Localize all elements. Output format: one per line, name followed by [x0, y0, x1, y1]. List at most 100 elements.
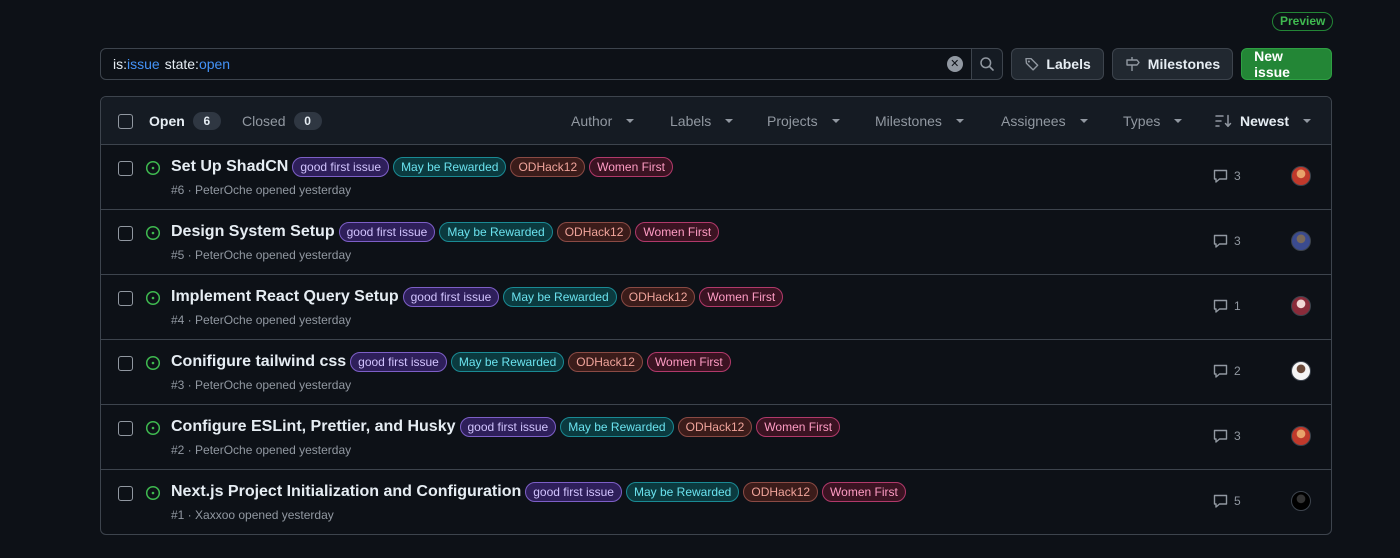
- label-may-be-rewarded[interactable]: May be Rewarded: [450, 352, 565, 372]
- search-token-value: issue: [127, 56, 160, 72]
- sort-label: Newest: [1240, 113, 1290, 129]
- tab-closed[interactable]: Closed 0: [242, 97, 322, 145]
- issue-title[interactable]: Design System Setup: [171, 223, 335, 241]
- chevron-down-icon: [725, 119, 734, 123]
- issue-checkbox[interactable]: [118, 356, 133, 371]
- comments-link[interactable]: 3: [1213, 429, 1241, 443]
- avatar[interactable]: [1291, 491, 1311, 511]
- issue-row[interactable]: Conifigure tailwind css good first issue…: [101, 340, 1331, 405]
- filter-label: Projects: [767, 113, 818, 129]
- label-odhack12[interactable]: ODHack12: [510, 157, 586, 177]
- label-odhack12[interactable]: ODHack12: [568, 352, 643, 372]
- issues-list-header: Open 6 Closed 0 Author Labels Projects M…: [101, 97, 1331, 145]
- comments-link[interactable]: 5: [1213, 494, 1241, 508]
- avatar[interactable]: [1291, 166, 1311, 186]
- filter-label: Types: [1123, 113, 1161, 129]
- preview-badge[interactable]: Preview: [1272, 12, 1334, 31]
- comment-icon: [1213, 169, 1228, 183]
- label-women-first[interactable]: Women First: [756, 417, 841, 437]
- comments-link[interactable]: 1: [1213, 299, 1241, 313]
- label-may-be-rewarded[interactable]: May be Rewarded: [625, 482, 740, 502]
- label-good-first-issue[interactable]: good first issue: [525, 482, 622, 502]
- label-good-first-issue[interactable]: good first issue: [292, 157, 390, 177]
- milestones-button[interactable]: Milestones: [1111, 48, 1234, 80]
- issue-meta: #5 · PeterOche opened yesterday: [171, 248, 352, 262]
- avatar[interactable]: [1291, 361, 1311, 381]
- chevron-down-icon: [1303, 119, 1312, 123]
- label-may-be-rewarded[interactable]: May be Rewarded: [393, 157, 507, 177]
- chevron-down-icon: [626, 119, 635, 123]
- issue-title-line: Conifigure tailwind css good first issue…: [171, 352, 731, 372]
- issue-title-line: Implement React Query Setup good first i…: [171, 287, 784, 307]
- label-good-first-issue[interactable]: good first issue: [350, 352, 447, 372]
- search-token-key: is:: [113, 56, 127, 72]
- issue-meta: #3 · PeterOche opened yesterday: [171, 378, 352, 392]
- issue-open-icon: [145, 290, 161, 306]
- label-women-first[interactable]: Women First: [635, 222, 720, 242]
- avatar[interactable]: [1291, 231, 1311, 251]
- label-women-first[interactable]: Women First: [699, 287, 784, 307]
- labels-button[interactable]: Labels: [1010, 48, 1104, 80]
- comments-link[interactable]: 2: [1213, 364, 1241, 378]
- label-may-be-rewarded[interactable]: May be Rewarded: [439, 222, 553, 242]
- issue-row[interactable]: Configure ESLint, Prettier, and Husky go…: [101, 405, 1331, 470]
- label-good-first-issue[interactable]: good first issue: [459, 417, 557, 437]
- filter-projects[interactable]: Projects: [767, 97, 840, 145]
- filter-milestones[interactable]: Milestones: [875, 97, 964, 145]
- issue-row[interactable]: Set Up ShadCN good first issue May be Re…: [101, 145, 1331, 210]
- label-odhack12[interactable]: ODHack12: [743, 482, 819, 502]
- label-women-first[interactable]: Women First: [822, 482, 906, 502]
- label-good-first-issue[interactable]: good first issue: [402, 287, 500, 307]
- filter-labels[interactable]: Labels: [670, 97, 734, 145]
- issue-row[interactable]: Design System Setup good first issue May…: [101, 210, 1331, 275]
- issue-checkbox[interactable]: [118, 161, 133, 176]
- chevron-down-icon: [831, 119, 840, 123]
- comment-icon: [1213, 429, 1228, 443]
- issue-checkbox[interactable]: [118, 226, 133, 241]
- avatar[interactable]: [1291, 296, 1311, 316]
- label-odhack12[interactable]: ODHack12: [556, 222, 632, 242]
- filter-types[interactable]: Types: [1123, 97, 1183, 145]
- tab-open[interactable]: Open 6: [149, 97, 221, 145]
- filter-author[interactable]: Author: [571, 97, 635, 145]
- label-may-be-rewarded[interactable]: May be Rewarded: [503, 287, 617, 307]
- label-women-first[interactable]: Women First: [646, 352, 731, 372]
- label-good-first-issue[interactable]: good first issue: [338, 222, 436, 242]
- sort-icon: [1215, 114, 1232, 128]
- sort-dropdown[interactable]: Newest: [1215, 97, 1312, 145]
- issue-checkbox[interactable]: [118, 291, 133, 306]
- issue-title[interactable]: Set Up ShadCN: [171, 158, 288, 176]
- issue-title[interactable]: Next.js Project Initialization and Confi…: [171, 483, 521, 501]
- issue-meta: #2 · PeterOche opened yesterday: [171, 443, 352, 457]
- comment-count: 5: [1234, 494, 1241, 508]
- filter-assignees[interactable]: Assignees: [1001, 97, 1088, 145]
- chevron-down-icon: [955, 119, 964, 123]
- avatar[interactable]: [1291, 426, 1311, 446]
- label-women-first[interactable]: Women First: [589, 157, 673, 177]
- search-input[interactable]: is: issue state: open ✕: [100, 48, 972, 80]
- clear-search-icon[interactable]: ✕: [946, 56, 963, 72]
- issue-checkbox[interactable]: [118, 421, 133, 436]
- issue-open-icon: [145, 160, 161, 176]
- label-odhack12[interactable]: ODHack12: [677, 417, 753, 437]
- comment-count: 3: [1234, 234, 1241, 248]
- issue-row[interactable]: Implement React Query Setup good first i…: [101, 275, 1331, 340]
- select-all-checkbox[interactable]: [118, 114, 133, 129]
- filter-label: Author: [571, 113, 613, 129]
- issue-title[interactable]: Conifigure tailwind css: [171, 353, 346, 371]
- label-may-be-rewarded[interactable]: May be Rewarded: [560, 417, 674, 437]
- filter-label: Assignees: [1001, 113, 1066, 129]
- comments-link[interactable]: 3: [1213, 234, 1241, 248]
- new-issue-button[interactable]: New issue: [1241, 48, 1332, 80]
- issue-title[interactable]: Configure ESLint, Prettier, and Husky: [171, 418, 456, 436]
- issue-open-icon: [145, 355, 161, 371]
- milestones-button-label: Milestones: [1147, 56, 1221, 72]
- issue-title[interactable]: Implement React Query Setup: [171, 288, 399, 306]
- search-button[interactable]: [971, 48, 1003, 80]
- comments-link[interactable]: 3: [1213, 169, 1241, 183]
- issue-checkbox[interactable]: [118, 486, 133, 501]
- issue-row[interactable]: Next.js Project Initialization and Confi…: [101, 470, 1331, 534]
- issue-meta: #6 · PeterOche opened yesterday: [171, 183, 352, 197]
- filter-label: Milestones: [875, 113, 942, 129]
- label-odhack12[interactable]: ODHack12: [620, 287, 696, 307]
